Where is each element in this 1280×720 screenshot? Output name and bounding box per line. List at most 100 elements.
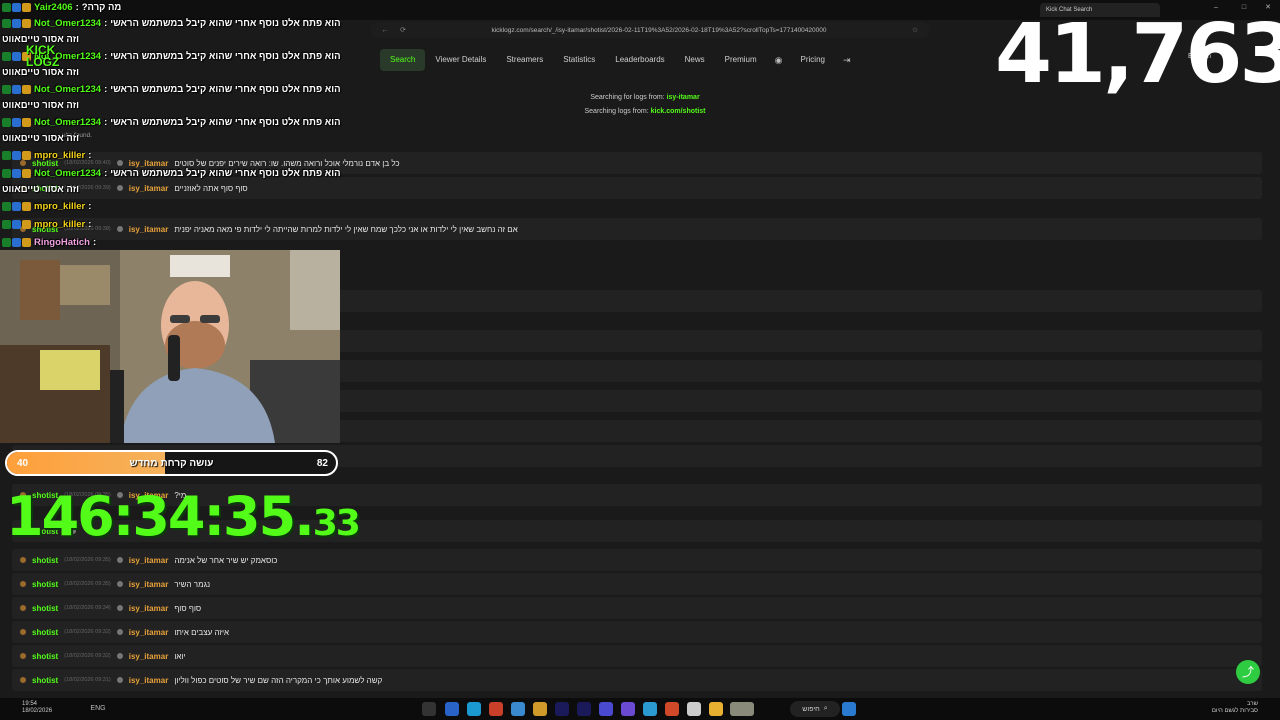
app-icon-1[interactable] <box>445 702 459 716</box>
result-row[interactable]: shotist (18/02/2026 09:31) isy_itamar קשה ל… <box>12 669 1262 691</box>
result-timestamp: (18/02/2026 09:34) <box>64 605 111 611</box>
subathon-timer: 146:34:35.33 <box>6 485 361 548</box>
user-avatar <box>116 557 123 563</box>
chat-text: מה קרה? <box>81 1 122 13</box>
result-username[interactable]: isy_itamar <box>129 652 169 661</box>
result-row[interactable]: shotist (18/02/2026 09:32) isy_itamar יואו <box>12 645 1262 667</box>
app-icon-6[interactable] <box>621 702 635 716</box>
badge-icon <box>22 201 31 211</box>
chat-separator: : <box>75 1 79 13</box>
result-row[interactable]: shotist (18/02/2026 09:38) isy_itamar אם זה… <box>12 218 1262 240</box>
result-username[interactable]: isy_itamar <box>129 225 169 234</box>
app-icon-2[interactable] <box>467 702 481 716</box>
chat-username: Not_Omer1234 <box>34 167 102 179</box>
nav-statistics[interactable]: Statistics <box>553 49 605 71</box>
nav-streamers[interactable]: Streamers <box>496 49 553 71</box>
app-icon-5[interactable] <box>599 702 613 716</box>
badge-icon <box>22 168 31 178</box>
nav-viewer-details[interactable]: Viewer Details <box>425 49 496 71</box>
goal-progress-bar: 40 עושה קרחת מחדש 82 <box>5 450 338 476</box>
app-icon-9[interactable] <box>687 702 701 716</box>
taskbar-search[interactable]: חיפוש ⌕ <box>790 701 840 717</box>
chat-separator: : <box>104 50 108 62</box>
chat-username: Yair2406 <box>34 1 73 13</box>
task-view-icon[interactable] <box>422 702 436 716</box>
nav-pricing[interactable]: Pricing <box>791 49 835 71</box>
user-avatar <box>116 226 123 232</box>
login-icon[interactable]: ⇥ <box>835 55 859 66</box>
badge-icon <box>12 84 21 94</box>
result-row[interactable]: shotist (18/02/2026 09:39) isy_itamar סוף ס… <box>12 177 1262 199</box>
bookmark-icon[interactable]: ☆ <box>910 26 920 34</box>
badge-icon <box>22 18 31 28</box>
badge-icon <box>2 168 11 178</box>
chat-message: Not_Omer1234: הוא פתח אלט נוסף אחרי שהוא … <box>2 115 341 129</box>
user-avatar <box>116 185 123 191</box>
badge-icon <box>12 168 21 178</box>
chat-separator: : <box>88 200 92 212</box>
result-row[interactable]: shotist (18/02/2026 09:34) isy_itamar סוף ס… <box>12 597 1262 619</box>
chat-text: הוא פתח אלט נוסף אחרי שהוא קיבל במשתמש ה… <box>110 50 341 62</box>
input-language[interactable]: ENG <box>88 702 108 716</box>
nav-premium[interactable]: Premium <box>715 49 767 71</box>
chat-text: וזה אסור טייםאווט <box>2 183 79 195</box>
chat-username: Not_Omer1234 <box>34 83 102 95</box>
result-row[interactable]: shotist (18/02/2026 09:35) isy_itamar נגמר … <box>12 573 1262 595</box>
nav-leaderboards[interactable]: Leaderboards <box>605 49 674 71</box>
reload-icon[interactable]: ⟳ <box>398 26 408 34</box>
start-icon[interactable] <box>842 702 856 716</box>
user-badges <box>2 237 31 247</box>
chat-separator: : <box>104 116 108 128</box>
app-icon-7[interactable] <box>643 702 657 716</box>
badge-icon <box>12 18 21 28</box>
folder-icon[interactable] <box>709 702 723 716</box>
url-text[interactable]: kicklogz.com/search/_/isy-itamar/shotist… <box>416 27 902 34</box>
share-button[interactable]: ⤴ <box>1236 660 1260 684</box>
result-row[interactable]: shotist (18/02/2026 09:35) isy_itamar כוסאמ… <box>12 549 1262 571</box>
taskbar-thumbnail[interactable] <box>730 702 754 716</box>
back-icon[interactable]: ← <box>380 27 390 34</box>
result-timestamp: (18/02/2026 09:32) <box>64 629 111 635</box>
discord-icon[interactable]: ◉ <box>767 55 791 66</box>
user-badges <box>2 117 31 127</box>
user-avatar <box>116 629 123 635</box>
result-username[interactable]: isy_itamar <box>129 580 169 589</box>
channel-avatar <box>20 581 26 587</box>
address-bar[interactable]: ← ⟳ kicklogz.com/search/_/isy-itamar/sho… <box>370 22 930 38</box>
search-user-info: Searching for logs from: isy-itamar <box>590 94 700 101</box>
nav-news[interactable]: News <box>675 49 715 71</box>
user-avatar <box>116 605 123 611</box>
nav-search[interactable]: Search <box>380 49 426 71</box>
chat-message: וזה אסור טייםאווט <box>2 98 79 112</box>
after-effects-icon[interactable] <box>555 702 569 716</box>
app-icon-4[interactable] <box>533 702 547 716</box>
browser-icon[interactable] <box>489 702 503 716</box>
app-icon-3[interactable] <box>511 702 525 716</box>
chat-message: Not_Omer1234: הוא פתח אלט נוסף אחרי שהוא … <box>2 166 341 180</box>
chat-message: mpro_killer: <box>2 217 94 231</box>
webcam-image <box>0 250 340 443</box>
user-badges <box>2 150 31 160</box>
chat-message: Not_Omer1234: הוא פתח אלט נוסף אחרי שהוא … <box>2 16 341 30</box>
result-username[interactable]: isy_itamar <box>129 184 169 193</box>
result-row[interactable]: shotist (18/02/2026 09:32) isy_itamar איזה … <box>12 621 1262 643</box>
result-username[interactable]: isy_itamar <box>129 676 169 685</box>
chat-message: mpro_killer: <box>2 199 94 213</box>
chat-text: וזה אסור טייםאווט <box>2 132 79 144</box>
result-timestamp: (18/02/2026 09:35) <box>64 581 111 587</box>
badge-icon <box>2 201 11 211</box>
result-username[interactable]: isy_itamar <box>129 556 169 565</box>
taskbar-weather: שרב סבירות לגשם היום <box>1211 701 1258 714</box>
app-icon-8[interactable] <box>665 702 679 716</box>
result-message: נגמר השיר <box>174 579 211 589</box>
chat-message: וזה אסור טייםאווט <box>2 131 79 145</box>
chat-username: Not_Omer1234 <box>34 17 102 29</box>
result-username[interactable]: isy_itamar <box>129 604 169 613</box>
premiere-icon[interactable] <box>577 702 591 716</box>
result-message: סוף סוף אתה לאוזניים <box>174 183 248 193</box>
result-channel: shotist <box>32 555 59 565</box>
result-username[interactable]: isy_itamar <box>129 628 169 637</box>
badge-icon <box>2 219 11 229</box>
badge-icon <box>2 150 11 160</box>
badge-icon <box>12 2 21 12</box>
